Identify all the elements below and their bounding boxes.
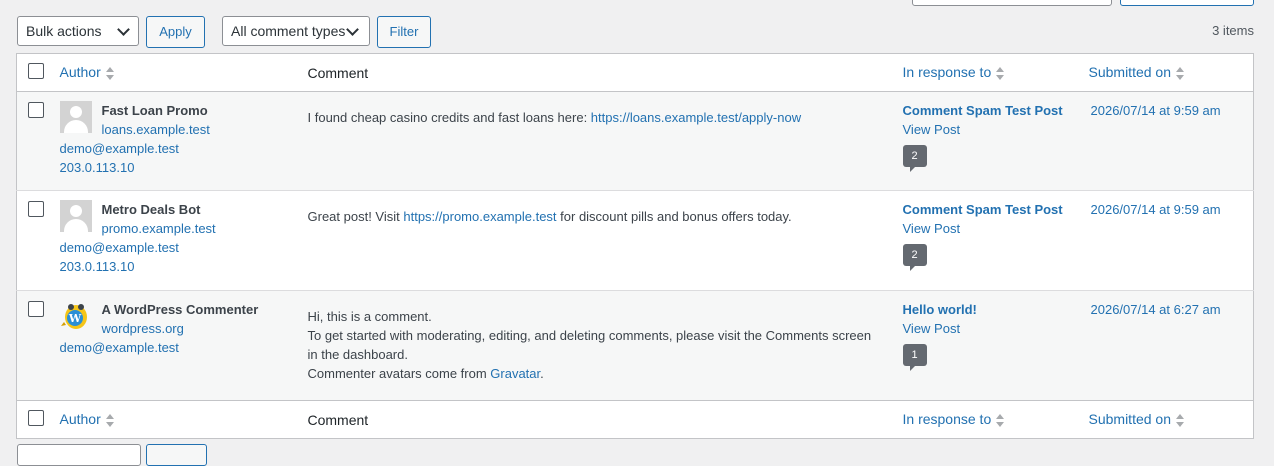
author-ip-link[interactable]: 203.0.113.10 <box>60 259 135 274</box>
wapuu-avatar-icon: W <box>60 300 92 332</box>
post-title-link[interactable]: Comment Spam Test Post <box>903 202 1063 217</box>
author-email-link[interactable]: demo@example.test <box>60 141 179 156</box>
view-post-link[interactable]: View Post <box>903 221 961 236</box>
view-post-link[interactable]: View Post <box>903 321 961 336</box>
row-checkbox[interactable] <box>28 301 44 317</box>
sort-icon <box>105 66 114 81</box>
author-email-link[interactable]: demo@example.test <box>60 340 179 355</box>
filter-button[interactable]: Filter <box>377 16 431 48</box>
select-all-checkbox-footer[interactable] <box>28 410 44 426</box>
submitted-header-label: Submitted on <box>1088 64 1172 81</box>
comment-text-part: I found cheap casino credits and fast lo… <box>307 110 591 125</box>
default-avatar-icon <box>59 200 92 232</box>
comment-line: Commenter avatars come from Gravatar. <box>308 364 883 383</box>
comment-column-header: Comment <box>307 64 369 81</box>
comment-text: I found cheap casino credits and fast lo… <box>308 92 903 191</box>
bulk-actions-select[interactable]: Bulk actions <box>17 16 139 46</box>
comment-text-part: . <box>540 366 544 381</box>
comments-table: Author Comment In response to Submitted … <box>16 53 1254 439</box>
default-avatar-icon <box>59 101 92 133</box>
comment-text-part: Commenter avatars come from <box>307 366 491 381</box>
apply-button-bottom[interactable] <box>146 444 207 466</box>
comment-row: W A WordPress Commenter wordpress.org de… <box>16 290 1254 401</box>
sort-icon <box>105 413 114 428</box>
comment-count-bubble[interactable]: 1 <box>902 344 927 371</box>
response-column-header[interactable]: In response to <box>903 64 1005 80</box>
comment-line: To get started with moderating, editing,… <box>307 328 872 362</box>
comment-count-bubble[interactable]: 2 <box>902 145 927 172</box>
chevron-down-icon <box>117 23 130 36</box>
comment-link[interactable]: https://loans.example.test/apply-now <box>591 110 801 125</box>
author-email-link[interactable]: demo@example.test <box>60 240 179 255</box>
submitted-column-footer[interactable]: Submitted on <box>1088 411 1184 428</box>
author-header-label: Author <box>59 64 101 81</box>
comment-count-bubble[interactable]: 2 <box>902 244 927 271</box>
post-title-link[interactable]: Comment Spam Test Post <box>903 103 1063 118</box>
author-footer-label: Author <box>59 411 101 428</box>
comment-line: Hi, this is a comment. <box>307 309 432 324</box>
bulk-actions-select-bottom[interactable] <box>17 444 141 466</box>
sort-icon <box>1176 66 1184 81</box>
sort-icon <box>996 66 1005 81</box>
comment-type-label: All comment types <box>231 23 346 39</box>
comment-row: Fast Loan Promo loans.example.test demo@… <box>16 91 1254 191</box>
submitted-footer-label: Submitted on <box>1088 411 1172 428</box>
author-name: Metro Deals Bot <box>101 202 201 217</box>
comment-column-footer: Comment <box>307 411 369 428</box>
search-button[interactable] <box>1120 0 1254 6</box>
chevron-down-icon <box>346 23 359 36</box>
row-checkbox[interactable] <box>28 102 44 118</box>
sort-icon <box>996 413 1005 428</box>
author-name: A WordPress Commenter <box>101 302 259 317</box>
author-url-link[interactable]: loans.example.test <box>102 122 210 137</box>
row-checkbox[interactable] <box>28 201 44 217</box>
comment-text-part: Great post! Visit <box>307 209 404 224</box>
comment-type-select[interactable]: All comment types <box>222 16 370 46</box>
svg-text:W: W <box>67 312 81 325</box>
submitted-column-header[interactable]: Submitted on <box>1088 64 1184 81</box>
comment-text-part: for discount pills and bonus offers toda… <box>556 209 792 224</box>
sort-icon <box>1176 413 1184 428</box>
author-column-footer[interactable]: Author <box>60 411 114 427</box>
apply-button[interactable]: Apply <box>146 16 205 48</box>
post-title-link[interactable]: Hello world! <box>903 302 977 317</box>
author-url-link[interactable]: promo.example.test <box>102 221 216 236</box>
author-column-header[interactable]: Author <box>60 64 114 80</box>
comment-text: Hi, this is a comment. To get started wi… <box>307 290 903 401</box>
bulk-actions-label: Bulk actions <box>26 23 102 39</box>
items-count: 3 items <box>1212 23 1254 38</box>
submitted-date-link[interactable]: 2026/07/14 at 6:27 am <box>1091 302 1221 317</box>
response-header-label: In response to <box>902 64 992 81</box>
comment-row: Metro Deals Bot promo.example.test demo@… <box>16 190 1254 291</box>
select-all-checkbox[interactable] <box>28 63 44 79</box>
view-post-link[interactable]: View Post <box>903 122 961 137</box>
submitted-date-link[interactable]: 2026/07/14 at 9:59 am <box>1091 103 1221 118</box>
search-input[interactable] <box>912 0 1112 6</box>
gravatar-link[interactable]: Gravatar <box>490 366 540 381</box>
author-ip-link[interactable]: 203.0.113.10 <box>60 160 135 175</box>
submitted-date-link[interactable]: 2026/07/14 at 9:59 am <box>1091 202 1221 217</box>
comment-link[interactable]: https://promo.example.test <box>403 209 556 224</box>
comment-text: Great post! Visit https://promo.example.… <box>307 190 903 291</box>
author-name: Fast Loan Promo <box>101 103 208 118</box>
response-footer-label: In response to <box>902 411 992 428</box>
author-url-link[interactable]: wordpress.org <box>102 321 184 336</box>
response-column-footer[interactable]: In response to <box>903 411 1005 427</box>
